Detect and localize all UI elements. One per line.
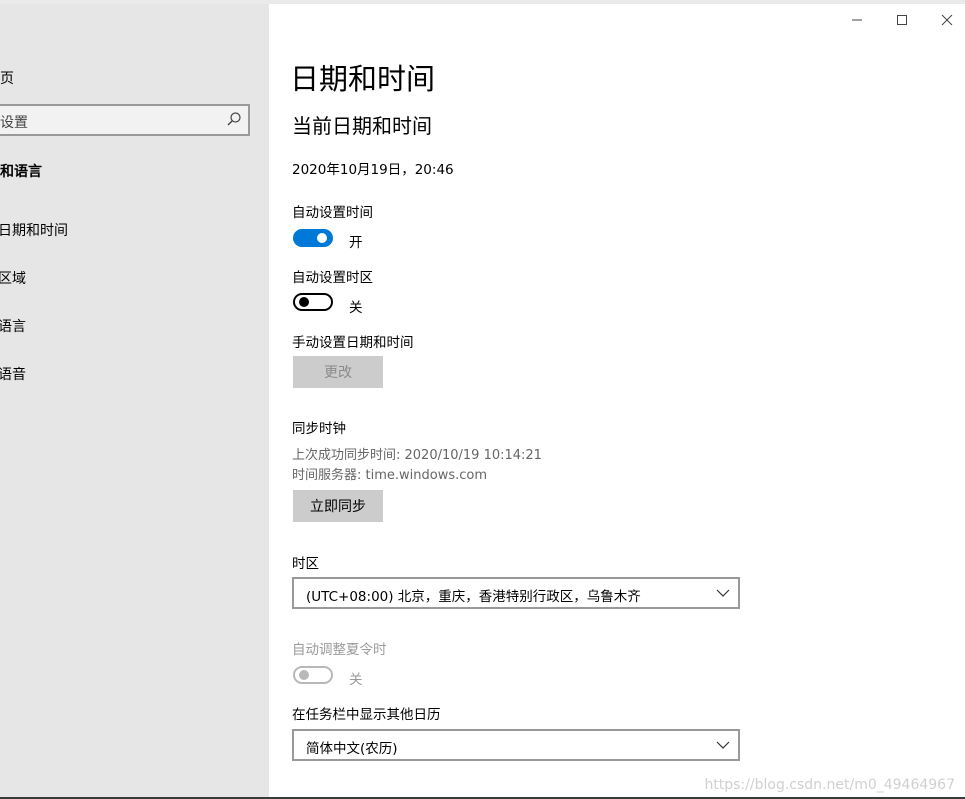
timezone-value: (UTC+08:00) 北京，重庆，香港特别行政区，乌鲁木齐 xyxy=(306,589,641,605)
section-title: 当前日期和时间 xyxy=(292,114,432,138)
auto-timezone-state: 关 xyxy=(349,300,363,316)
auto-time-state: 开 xyxy=(349,235,363,251)
last-sync-text: 上次成功同步时间: 2020/10/19 10:14:21 xyxy=(292,448,542,463)
minimize-button[interactable] xyxy=(834,4,880,36)
calendar-label: 在任务栏中显示其他日历 xyxy=(292,707,441,723)
search-placeholder: 找设置 xyxy=(0,115,28,131)
timezone-label: 时区 xyxy=(292,556,319,572)
current-datetime: 2020年10月19日，20:46 xyxy=(292,162,454,178)
sidebar-item-date-time[interactable]: 日期和时间 xyxy=(0,220,68,240)
chevron-down-icon xyxy=(716,589,730,597)
auto-timezone-label: 自动设置时区 xyxy=(292,270,373,286)
close-icon xyxy=(941,14,953,26)
timezone-select[interactable]: (UTC+08:00) 北京，重庆，香港特别行政区，乌鲁木齐 xyxy=(292,577,740,609)
close-button[interactable] xyxy=(924,4,965,36)
auto-time-toggle[interactable] xyxy=(293,229,333,247)
maximize-icon xyxy=(897,15,907,25)
minimize-icon xyxy=(852,19,862,21)
calendar-value: 简体中文(农历) xyxy=(306,741,398,757)
auto-time-label: 自动设置时间 xyxy=(292,205,373,221)
sidebar-item-language[interactable]: 语言 xyxy=(0,316,26,336)
sync-now-button[interactable]: 立即同步 xyxy=(293,490,383,522)
sidebar-item-region[interactable]: 区域 xyxy=(0,268,26,288)
sidebar-section-title: 时间和语言 xyxy=(0,164,42,180)
auto-timezone-toggle[interactable] xyxy=(293,293,333,311)
time-server-text: 时间服务器: time.windows.com xyxy=(292,468,488,483)
toggle-knob xyxy=(317,233,327,243)
dst-label: 自动调整夏令时 xyxy=(292,642,387,658)
dst-toggle[interactable] xyxy=(293,666,333,684)
search-icon xyxy=(227,112,241,126)
toggle-knob xyxy=(299,670,309,680)
chevron-down-icon xyxy=(716,741,730,749)
sync-title: 同步时钟 xyxy=(292,421,346,437)
sidebar-item-speech[interactable]: 语音 xyxy=(0,364,26,384)
watermark: https://blog.csdn.net/m0_49464967 xyxy=(704,777,955,793)
toggle-knob xyxy=(299,297,309,307)
calendar-select[interactable]: 简体中文(农历) xyxy=(292,729,740,761)
dst-state: 关 xyxy=(349,672,363,688)
change-button[interactable]: 更改 xyxy=(293,356,383,388)
sidebar-home[interactable]: 主页 xyxy=(0,68,14,88)
maximize-button[interactable] xyxy=(879,4,925,36)
page-title: 日期和时间 xyxy=(290,62,436,96)
settings-search-input[interactable]: 找设置 xyxy=(0,104,250,136)
manual-datetime-label: 手动设置日期和时间 xyxy=(292,335,414,351)
